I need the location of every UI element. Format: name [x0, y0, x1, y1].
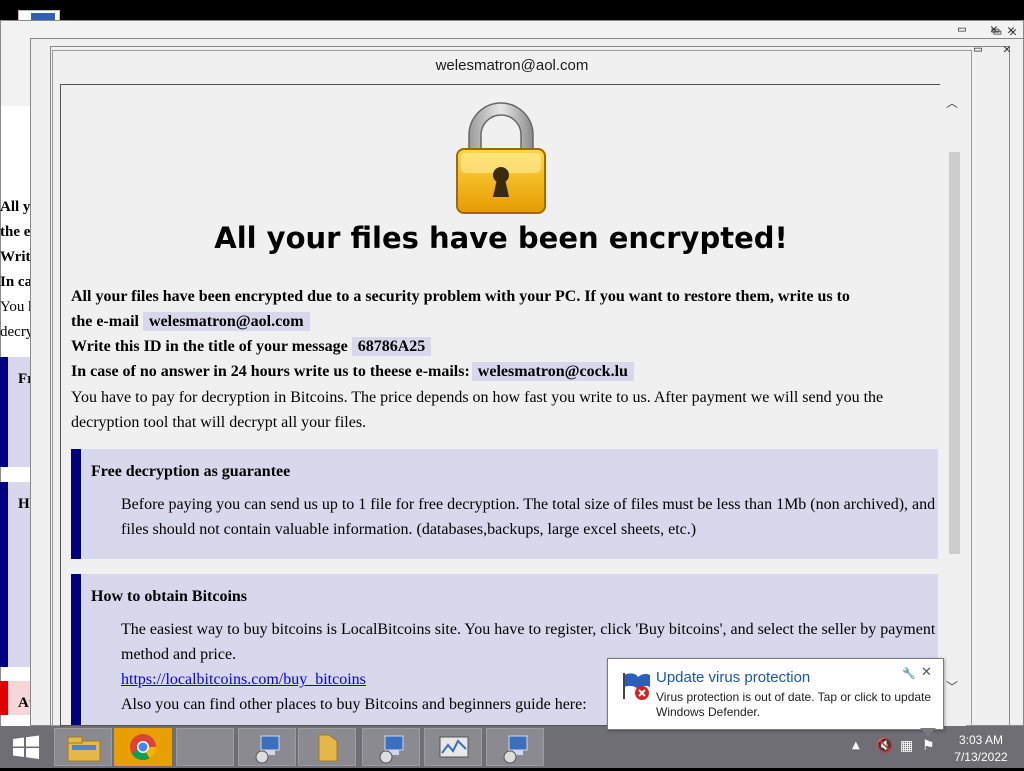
show-hidden-icons-icon[interactable]: ▲	[852, 740, 860, 751]
computer-setup-icon	[379, 735, 404, 764]
computer-setup-icon	[255, 735, 280, 764]
scroll-up-icon[interactable]: ︿	[946, 94, 958, 111]
vertical-scrollbar[interactable]: ︿ ﹀	[940, 84, 966, 726]
taskbar-button[interactable]	[176, 728, 234, 766]
file-explorer-taskbar-button[interactable]	[54, 728, 112, 766]
free-decryption-title: Free decryption as guarantee	[91, 463, 291, 480]
windows-logo-icon[interactable]	[0, 726, 52, 768]
close-icon[interactable]: ✕	[921, 665, 932, 680]
window-title: welesmatron@aol.com	[435, 57, 589, 74]
note-line-2: the e-mail welesmatron@aol.com	[71, 312, 310, 331]
performance-monitor-icon	[439, 736, 469, 758]
scroll-down-icon[interactable]: ﹀	[946, 678, 958, 695]
free-decryption-body: Before paying you can send us up to 1 fi…	[121, 496, 936, 538]
folder-taskbar-button[interactable]	[298, 728, 356, 766]
free-decryption-box: Free decryption as guarantee Before payi…	[71, 449, 938, 559]
computer-setup-taskbar-button[interactable]	[362, 728, 420, 766]
chrome-icon	[130, 734, 157, 761]
payment-paragraph: You have to pay for decryption in Bitcoi…	[71, 389, 884, 431]
notification-title: Update virus protection	[656, 669, 811, 686]
defender-notification[interactable]: Update virus protection Virus protection…	[607, 658, 944, 730]
obtain-bitcoins-title: How to obtain Bitcoins	[91, 588, 248, 605]
folder-icon	[318, 734, 338, 762]
computer-setup-taskbar-button[interactable]	[238, 728, 296, 766]
computer-setup-icon	[503, 735, 528, 764]
headline: All your files have been encrypted!	[214, 221, 788, 255]
notification-body: Virus protection is out of date. Tap or …	[656, 690, 932, 719]
note-line-4: In case of no answer in 24 hours write u…	[71, 362, 634, 381]
computer-setup-taskbar-button[interactable]	[486, 728, 544, 766]
file-explorer-icon	[67, 736, 101, 762]
pin-icon[interactable]: 🔧	[902, 667, 916, 680]
clock-time[interactable]: 3:03 AM	[946, 733, 1016, 747]
backup-email[interactable]: welesmatron@cock.lu	[471, 362, 634, 381]
taskbar: ▲ 🔇 ▦ ⚑ 3:03 AM 7/13/2022	[0, 726, 1024, 768]
maximize-icon[interactable]: ▭	[974, 42, 982, 57]
contact-email[interactable]: welesmatron@aol.com	[142, 312, 310, 331]
note-line-2-prefix: the e-mail	[71, 313, 139, 330]
ransom-note-content: All your files have been encrypted! All …	[60, 84, 940, 726]
ransom-note-window: welesmatron@aol.com All your files have …	[52, 50, 972, 726]
note-line-4-prefix: In case of no answer in 24 hours write u…	[71, 363, 470, 380]
note-line-3-prefix: Write this ID in the title of your messa…	[71, 338, 348, 355]
clock-date[interactable]: 7/13/2022	[946, 750, 1016, 764]
network-icon[interactable]: ▦	[900, 738, 918, 756]
note-line-3: Write this ID in the title of your messa…	[71, 337, 432, 356]
scroll-thumb[interactable]	[949, 152, 960, 554]
window-titlebar[interactable]: welesmatron@aol.com	[53, 51, 971, 83]
maximize-icon[interactable]: ▭	[958, 22, 966, 37]
close-icon[interactable]: ✕	[990, 22, 998, 37]
note-line-1: All your files have been encrypted due t…	[71, 288, 850, 305]
defender-shield-icon	[623, 673, 650, 700]
chrome-taskbar-button[interactable]	[114, 728, 172, 766]
action-center-flag-icon[interactable]: ⚑	[922, 738, 940, 756]
volume-muted-icon[interactable]: 🔇	[876, 738, 894, 756]
close-icon[interactable]: ✕	[1003, 42, 1011, 57]
notification-pointer	[920, 728, 936, 736]
victim-id[interactable]: 68786A25	[351, 337, 432, 356]
monitor-taskbar-button[interactable]	[424, 728, 482, 766]
padlock-icon	[456, 102, 546, 214]
